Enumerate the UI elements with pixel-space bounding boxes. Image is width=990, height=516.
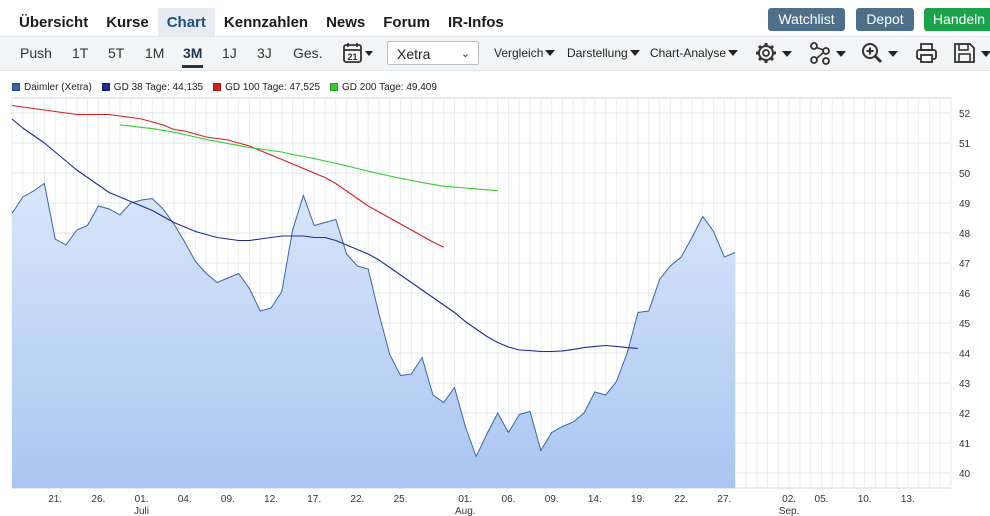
print-icon: [916, 43, 937, 63]
save-icon: [954, 43, 975, 63]
x-tick-label: 17.: [307, 494, 321, 505]
x-tick-label: 22.: [674, 494, 688, 505]
vergleich-menu[interactable]: Vergleich: [494, 46, 556, 60]
period-3m[interactable]: 3M: [181, 45, 204, 68]
settings-button[interactable]: [754, 41, 794, 65]
watchlist-button[interactable]: Watchlist: [768, 8, 845, 31]
chart-analyse-menu[interactable]: Chart-Analyse: [650, 46, 739, 60]
x-tick-label: 09.: [545, 494, 559, 505]
legend-swatch: [101, 83, 110, 91]
y-tick-label: 44: [959, 349, 971, 360]
x-tick-label: 19.: [631, 494, 645, 505]
caret-down-icon: [836, 51, 846, 57]
y-tick-label: 51: [959, 139, 971, 150]
y-tick-label: 52: [959, 109, 971, 120]
period-1t[interactable]: 1T: [72, 45, 88, 61]
legend-label: GD 100 Tage: 47,525: [225, 81, 321, 93]
x-tick-label: 06.: [502, 494, 516, 505]
x-tick-label: 04.: [178, 494, 192, 505]
y-tick-label: 49: [959, 199, 971, 210]
legend-item-gd100[interactable]: GD 100 Tage: 47,525: [213, 80, 320, 94]
y-tick-label: 41: [959, 439, 971, 450]
x-tick-label: 01.: [458, 494, 472, 505]
zoom-button[interactable]: [860, 41, 900, 65]
legend-item-gd38[interactable]: GD 38 Tage: 44,135: [101, 80, 204, 94]
exchange-value: Xetra: [397, 46, 431, 62]
caret-down-icon: [629, 50, 640, 56]
legend-swatch: [213, 83, 222, 91]
handeln-button[interactable]: Handeln: [924, 8, 990, 31]
save-button[interactable]: [952, 41, 990, 65]
chart-toolbar: Push 1T 5T 1M 3M 1J 3J Ges. 21 Xetra ⌄ V…: [0, 36, 990, 71]
legend-swatch: [330, 83, 339, 91]
period-3j[interactable]: 3J: [257, 45, 272, 61]
darstellung-label: Darstellung: [567, 46, 628, 60]
zoom-icon: [862, 43, 883, 64]
month-label: Juli: [134, 506, 149, 516]
legend-item-daimler[interactable]: Daimler (Xetra): [12, 80, 92, 94]
chevron-down-icon: ⌄: [460, 48, 470, 60]
tab-chart[interactable]: Chart: [157, 8, 215, 38]
y-tick-label: 48: [959, 229, 971, 240]
x-tick-label: 10.: [858, 494, 872, 505]
tab-kennzahlen[interactable]: Kennzahlen: [215, 8, 317, 38]
x-tick-label: 26.: [91, 494, 105, 505]
y-tick-label: 47: [959, 259, 971, 270]
y-tick-label: 45: [959, 319, 971, 330]
x-tick-label: 05.: [815, 494, 829, 505]
legend-item-gd200[interactable]: GD 200 Tage: 49,409: [330, 80, 437, 94]
indicators-icon: [810, 42, 830, 65]
chart-analyse-label: Chart-Analyse: [650, 46, 727, 60]
price-chart[interactable]: 40 41 42 43 44 45 46 47 48 49 50 51 52 21. 26. 01. 04. 09…: [0, 96, 990, 516]
x-tick-label: 02.: [782, 494, 796, 505]
section-tabs: Übersicht Kurse Chart Kennzahlen News Fo…: [10, 8, 513, 38]
x-tick-label: 01.: [135, 494, 149, 505]
tab-kurse[interactable]: Kurse: [97, 8, 158, 38]
depot-button[interactable]: Depot: [856, 8, 914, 31]
tab-ir-infos[interactable]: IR-Infos: [439, 8, 513, 38]
indicators-button[interactable]: [808, 41, 848, 65]
print-button[interactable]: [914, 41, 940, 65]
legend-label: Daimler (Xetra): [24, 81, 92, 93]
exchange-select[interactable]: Xetra ⌄: [387, 41, 479, 65]
x-tick-label: 27.: [717, 494, 731, 505]
tab-uebersicht[interactable]: Übersicht: [10, 8, 97, 38]
y-tick-label: 50: [959, 169, 971, 180]
month-label: Sep.: [779, 506, 800, 516]
tab-news[interactable]: News: [317, 8, 374, 38]
x-tick-label: 09.: [221, 494, 235, 505]
y-tick-label: 43: [959, 379, 971, 390]
caret-down-icon: [888, 51, 898, 57]
month-label: Aug.: [455, 506, 476, 516]
period-1j[interactable]: 1J: [222, 45, 237, 61]
tab-forum[interactable]: Forum: [374, 8, 439, 38]
period-gesamt[interactable]: Ges.: [293, 45, 323, 61]
x-tick-label: 22.: [350, 494, 364, 505]
x-tick-label: 14.: [588, 494, 602, 505]
legend-label: GD 38 Tage: 44,135: [113, 81, 204, 93]
x-tick-label: 13.: [901, 494, 915, 505]
caret-down-icon: [782, 51, 792, 57]
x-tick-label: 12.: [264, 494, 278, 505]
calendar-day: 21: [347, 52, 357, 62]
y-tick-label: 42: [959, 409, 971, 420]
calendar-icon[interactable]: 21: [342, 41, 374, 65]
caret-down-icon: [545, 50, 556, 56]
y-tick-label: 40: [959, 469, 971, 480]
x-tick-label: 21.: [48, 494, 62, 505]
legend-label: GD 200 Tage: 49,409: [342, 81, 437, 93]
vergleich-label: Vergleich: [494, 46, 544, 60]
x-tick-label: 25.: [394, 494, 408, 505]
period-5t[interactable]: 5T: [108, 45, 124, 61]
chart-legend: Daimler (Xetra) GD 38 Tage: 44,135 GD 10…: [12, 80, 447, 94]
top-navigation: Übersicht Kurse Chart Kennzahlen News Fo…: [0, 0, 990, 38]
settings-icon: [756, 43, 776, 63]
caret-down-icon: [981, 51, 990, 57]
y-tick-label: 46: [959, 289, 971, 300]
legend-swatch: [12, 83, 20, 91]
darstellung-menu[interactable]: Darstellung: [567, 46, 640, 60]
period-push[interactable]: Push: [20, 45, 52, 61]
caret-down-icon: [728, 50, 739, 56]
period-1m[interactable]: 1M: [145, 45, 164, 61]
